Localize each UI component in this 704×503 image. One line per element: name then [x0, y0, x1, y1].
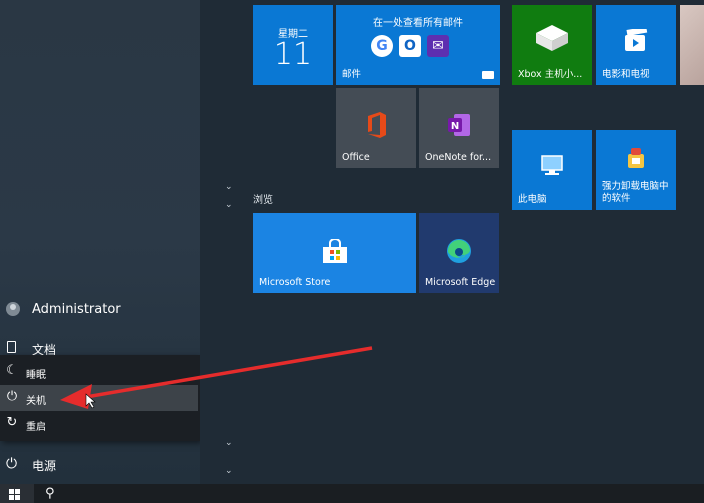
document-icon [7, 341, 16, 353]
start-button[interactable] [0, 484, 34, 503]
shutdown-label: 关机 [26, 396, 46, 407]
moon-icon: ☾ [6, 363, 18, 378]
store-bag-icon [323, 239, 347, 263]
this-pc-label: 此电脑 [518, 194, 547, 205]
power-menu-shutdown[interactable]: ⏻ 关机 [0, 385, 198, 411]
onenote-label: OneNote for... [425, 152, 492, 163]
microsoft-edge-label: Microsoft Edge [425, 277, 496, 288]
power-menu-restart[interactable]: ↻ 重启 [0, 411, 198, 437]
microsoft-store-tile[interactable]: Microsoft Store [253, 213, 416, 293]
user-name: Administrator [32, 302, 121, 317]
power-menu-sleep[interactable]: ☾ 睡眠 [0, 359, 198, 385]
calendar-day: 11 [273, 37, 313, 72]
power-icon: ⏻ [6, 389, 18, 404]
office-icon [368, 112, 386, 138]
envelope-icon [482, 71, 494, 79]
onenote-tile[interactable]: N OneNote for... [419, 88, 499, 168]
onenote-icon: N [448, 114, 470, 136]
xbox-label: Xbox 主机小... [518, 69, 583, 80]
mail-tile[interactable]: 在一处查看所有邮件 G O ✉ 邮件 [336, 5, 500, 85]
chevron-down-icon[interactable]: ⌄ [225, 182, 233, 192]
power-button[interactable]: ⏻ 电源 [0, 452, 200, 476]
user-account[interactable]: Administrator [0, 296, 200, 322]
office-label: Office [342, 152, 370, 163]
film-icon [625, 29, 648, 51]
photo-tile[interactable] [680, 5, 704, 85]
restart-icon: ↻ [6, 415, 18, 430]
mail-title: 在一处查看所有邮件 [373, 18, 463, 29]
power-icon: ⏻ [6, 456, 18, 472]
email-icon: ✉ [427, 35, 449, 57]
office-tile[interactable]: Office [336, 88, 416, 168]
power-menu: ☾ 睡眠 ⏻ 关机 ↻ 重启 [0, 355, 200, 441]
group-label: 浏览 [253, 195, 273, 206]
computer-icon [541, 155, 563, 175]
search-icon[interactable]: ⚲ [45, 486, 55, 501]
edge-icon [447, 239, 471, 263]
chevron-down-icon[interactable]: ⌄ [225, 438, 233, 448]
svg-text:N: N [451, 121, 459, 132]
mail-label: 邮件 [342, 69, 362, 80]
taskbar: ⚲ [0, 484, 704, 503]
movies-label: 电影和电视 [602, 69, 650, 80]
google-icon: G [371, 35, 393, 57]
restart-label: 重启 [26, 422, 46, 433]
chevron-down-icon[interactable]: ⌄ [225, 200, 233, 210]
avatar [6, 302, 20, 316]
this-pc-tile[interactable]: 此电脑 [512, 130, 592, 210]
uninstaller-label: 强力卸载电脑中的软件 [602, 181, 669, 204]
windows-logo-icon [9, 489, 20, 500]
calendar-tile[interactable]: 星期二 11 [253, 5, 333, 85]
sleep-label: 睡眠 [26, 370, 46, 381]
movies-tile[interactable]: 电影和电视 [596, 5, 676, 85]
uninstaller-tile[interactable]: 强力卸载电脑中的软件 [596, 130, 676, 210]
xbox-tile[interactable]: Xbox 主机小... [512, 5, 592, 85]
power-label: 电源 [32, 459, 57, 473]
microsoft-store-label: Microsoft Store [259, 277, 331, 288]
xbox-console-icon [536, 25, 568, 51]
uninstaller-icon [628, 148, 644, 168]
microsoft-edge-tile[interactable]: Microsoft Edge [419, 213, 499, 293]
chevron-down-icon[interactable]: ⌄ [225, 466, 233, 476]
outlook-icon: O [399, 35, 421, 57]
